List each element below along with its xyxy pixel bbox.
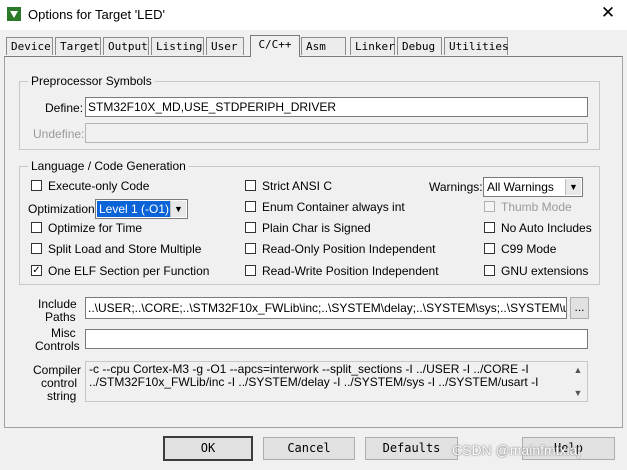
include-label: Include xyxy=(38,297,77,311)
tab-c-cpp[interactable]: C/C++ xyxy=(250,35,300,57)
ok-button[interactable]: OK xyxy=(163,436,253,461)
paths-label: Paths xyxy=(45,310,76,324)
compiler-label: Compiler xyxy=(33,363,82,377)
chevron-down-icon: ▼ xyxy=(565,179,581,195)
chevron-down-icon: ▼ xyxy=(170,201,186,217)
tab-output[interactable]: Output xyxy=(103,37,149,55)
string-label: string xyxy=(47,389,77,403)
watermark: CSDN @mainfmtxiaj xyxy=(452,442,581,458)
window-title: Options for Target 'LED' xyxy=(28,7,165,22)
tab-user[interactable]: User xyxy=(206,37,244,55)
tab-listing[interactable]: Listing xyxy=(151,37,204,55)
optimization-select[interactable]: Level 1 (-O1) ▼ xyxy=(95,199,188,219)
read-write-pi-checkbox[interactable] xyxy=(245,265,256,276)
tab-asm[interactable]: Asm xyxy=(301,37,346,55)
enum-container-label: Enum Container always int xyxy=(262,200,405,214)
defaults-button[interactable]: Defaults xyxy=(365,437,458,460)
read-only-pi-checkbox[interactable] xyxy=(245,243,256,254)
split-load-checkbox[interactable] xyxy=(31,243,42,254)
include-paths-input[interactable]: ..\USER;..\CORE;..\STM32F10x_FWLib\inc;.… xyxy=(85,297,567,319)
optimize-time-label: Optimize for Time xyxy=(48,221,143,235)
misc-label: Misc xyxy=(51,326,76,340)
language-legend: Language / Code Generation xyxy=(28,159,189,173)
execute-only-checkbox[interactable] xyxy=(31,180,42,191)
tab-utilities[interactable]: Utilities xyxy=(444,37,509,55)
gnu-extensions-checkbox[interactable] xyxy=(484,265,495,276)
strict-ansi-checkbox[interactable] xyxy=(245,180,256,191)
strict-ansi-label: Strict ANSI C xyxy=(262,179,333,193)
read-write-pi-label: Read-Write Position Independent xyxy=(262,264,439,278)
optimization-label: Optimization: xyxy=(28,202,99,216)
tab-linker[interactable]: Linker xyxy=(350,37,395,55)
split-load-label: Split Load and Store Multiple xyxy=(48,242,202,256)
misc-controls-input[interactable] xyxy=(85,329,588,349)
undefine-input[interactable] xyxy=(85,123,588,143)
one-elf-label: One ELF Section per Function xyxy=(48,264,210,278)
warnings-select[interactable]: All Warnings ▼ xyxy=(483,177,583,197)
c99-mode-label: C99 Mode xyxy=(501,242,557,256)
browse-button[interactable]: ... xyxy=(570,297,589,319)
undefine-label: Undefine: xyxy=(33,127,85,141)
preprocessor-legend: Preprocessor Symbols xyxy=(28,74,155,88)
app-icon xyxy=(7,7,21,21)
warnings-label: Warnings: xyxy=(429,180,483,194)
optimization-value: Level 1 (-O1) xyxy=(97,201,172,217)
tab-device[interactable]: Device xyxy=(6,37,53,55)
optimize-time-checkbox[interactable] xyxy=(31,222,42,233)
thumb-mode-checkbox[interactable] xyxy=(484,201,495,212)
plain-char-checkbox[interactable] xyxy=(245,222,256,233)
no-auto-includes-checkbox[interactable] xyxy=(484,222,495,233)
compiler-string-area: -c --cpu Cortex-M3 -g -O1 --apcs=interwo… xyxy=(85,361,588,402)
controls-label: Controls xyxy=(35,339,80,353)
enum-container-checkbox[interactable] xyxy=(245,201,256,212)
define-label: Define: xyxy=(45,101,84,115)
tab-target[interactable]: Target xyxy=(55,37,101,55)
thumb-mode-label: Thumb Mode xyxy=(501,200,572,214)
tab-debug[interactable]: Debug xyxy=(397,37,442,55)
define-input[interactable]: STM32F10X_MD,USE_STDPERIPH_DRIVER xyxy=(85,97,588,117)
scroll-up-icon[interactable]: ▲ xyxy=(572,365,584,375)
one-elf-checkbox[interactable]: ✓ xyxy=(31,265,42,276)
warnings-value: All Warnings xyxy=(487,180,554,194)
gnu-extensions-label: GNU extensions xyxy=(501,264,589,278)
no-auto-includes-label: No Auto Includes xyxy=(501,221,592,235)
read-only-pi-label: Read-Only Position Independent xyxy=(262,242,436,256)
control-label: control xyxy=(41,376,78,390)
c99-mode-checkbox[interactable] xyxy=(484,243,495,254)
compiler-string-line-2: ../STM32F10x_FWLib/inc -I ../SYSTEM/dela… xyxy=(89,375,539,389)
plain-char-label: Plain Char is Signed xyxy=(262,221,371,235)
close-icon[interactable]: ✕ xyxy=(598,3,618,23)
execute-only-label: Execute-only Code xyxy=(48,179,150,193)
scroll-down-icon[interactable]: ▼ xyxy=(572,388,584,398)
cancel-button[interactable]: Cancel xyxy=(263,437,355,460)
